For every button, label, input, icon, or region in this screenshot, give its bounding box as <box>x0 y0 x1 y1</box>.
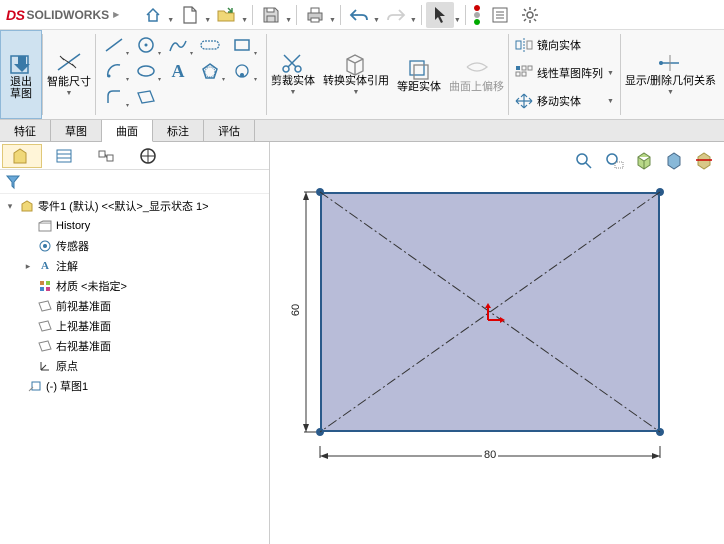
linear-pattern-label: 线性草图阵列 <box>537 65 603 81</box>
line-tool[interactable]: ▾ <box>98 32 130 58</box>
plane-tool[interactable] <box>130 84 162 110</box>
zoom-area-button[interactable] <box>600 148 628 172</box>
dimxpert-tab[interactable] <box>128 144 168 168</box>
feature-tree: ▾零件1 (默认) <<默认>_显示状态 1> History 传感器 ▸A注解… <box>0 194 269 544</box>
surface-offset-label: 曲面上偏移 <box>449 81 504 93</box>
exit-sketch-label: 退出草图 <box>5 76 37 100</box>
exit-sketch-button[interactable]: 退出草图 <box>0 30 42 119</box>
tree-right-plane[interactable]: 右视基准面 <box>0 336 269 356</box>
ellipse-tool[interactable]: ▾ <box>130 58 162 84</box>
move-entities-button[interactable]: 移动实体▼ <box>511 88 618 114</box>
trim-entities-button[interactable]: 剪裁实体▼ <box>267 30 319 119</box>
tree-root[interactable]: ▾零件1 (默认) <<默认>_显示状态 1> <box>0 196 269 216</box>
polygon-tool[interactable]: ▾ <box>194 58 226 84</box>
tree-sketch1[interactable]: (-) 草图1 <box>0 376 269 396</box>
tree-annotations[interactable]: ▸A注解 <box>0 256 269 276</box>
fillet-tool[interactable]: ▾ <box>98 84 130 110</box>
section-view-button[interactable] <box>690 148 718 172</box>
tab-features[interactable]: 特征 <box>0 120 51 141</box>
filter-row[interactable] <box>0 170 269 194</box>
material-label: 材质 <未指定> <box>56 278 127 294</box>
smart-dimension-button[interactable]: 智能尺寸 ▼ <box>43 30 95 119</box>
tab-annotate[interactable]: 标注 <box>153 120 204 141</box>
spline-tool[interactable]: ▾ <box>162 32 194 58</box>
options-list-button[interactable] <box>486 2 514 28</box>
circle-tool[interactable]: ▾ <box>130 32 162 58</box>
text-tool[interactable]: A <box>162 58 194 84</box>
mirror-label: 镜向实体 <box>537 37 581 53</box>
tab-evaluate[interactable]: 评估 <box>204 120 255 141</box>
front-plane-label: 前视基准面 <box>56 298 111 314</box>
panel-tabs <box>0 142 269 170</box>
redo-button[interactable] <box>382 2 410 28</box>
ribbon-toolbar: 退出草图 智能尺寸 ▼ ▾ ▾ ▾ ▾ ▾ ▾ A ▾ ▾ ▾ 剪裁实体▼ 转换… <box>0 30 724 120</box>
zoom-fit-button[interactable] <box>570 148 598 172</box>
sketch-geometry: 60 80 <box>320 192 690 472</box>
tree-material[interactable]: 材质 <未指定> <box>0 276 269 296</box>
tab-surface[interactable]: 曲面 <box>102 120 153 142</box>
feature-tree-panel: ▾零件1 (默认) <<默认>_显示状态 1> History 传感器 ▸A注解… <box>0 142 270 544</box>
slot-tool[interactable] <box>194 32 226 58</box>
trim-label: 剪裁实体 <box>271 75 315 87</box>
sensors-label: 传感器 <box>56 238 89 254</box>
save-button[interactable] <box>257 2 285 28</box>
surface-offset-button: 曲面上偏移 <box>445 30 508 119</box>
top-plane-label: 上视基准面 <box>56 318 111 334</box>
logo-dropdown-icon[interactable]: ▶ <box>113 10 119 19</box>
select-tool-button[interactable] <box>426 2 454 28</box>
new-button[interactable] <box>176 2 204 28</box>
feature-manager-tab[interactable] <box>2 144 42 168</box>
dimension-v-value[interactable]: 60 <box>290 302 302 318</box>
smart-dimension-label: 智能尺寸 <box>47 76 91 88</box>
tree-sensors[interactable]: 传感器 <box>0 236 269 256</box>
convert-entities-button[interactable]: 转换实体引用▼ <box>319 30 393 119</box>
tree-history[interactable]: History <box>0 216 269 236</box>
view-orientation-button[interactable] <box>630 148 658 172</box>
offset-label: 等距实体 <box>397 81 441 93</box>
property-manager-tab[interactable] <box>44 144 84 168</box>
open-button[interactable] <box>213 2 241 28</box>
app-logo-sw: SOLIDWORKS <box>26 8 109 22</box>
print-button[interactable] <box>301 2 329 28</box>
rectangle-tool[interactable]: ▾ <box>226 32 258 58</box>
mirror-entities-button[interactable]: 镜向实体 <box>511 32 618 58</box>
main-area: ▾零件1 (默认) <<默认>_显示状态 1> History 传感器 ▸A注解… <box>0 142 724 544</box>
dimension-h-value[interactable]: 80 <box>482 449 498 461</box>
view-toolbar <box>570 148 718 172</box>
display-style-button[interactable] <box>660 148 688 172</box>
tree-front-plane[interactable]: 前视基准面 <box>0 296 269 316</box>
transform-group: 镜向实体 线性草图阵列▼ 移动实体▼ <box>509 30 620 119</box>
settings-button[interactable] <box>516 2 544 28</box>
convert-label: 转换实体引用 <box>323 75 389 87</box>
annotations-label: 注解 <box>56 258 78 274</box>
move-label: 移动实体 <box>537 93 581 109</box>
tree-origin[interactable]: 原点 <box>0 356 269 376</box>
display-relations-label: 显示/删除几何关系 <box>625 75 716 87</box>
sketch-tools-group: ▾ ▾ ▾ ▾ ▾ ▾ A ▾ ▾ ▾ <box>96 30 266 119</box>
sketch1-label: (-) 草图1 <box>46 378 88 394</box>
app-logo-ds: DS <box>6 7 24 23</box>
history-label: History <box>56 220 90 232</box>
undo-button[interactable] <box>345 2 373 28</box>
right-plane-label: 右视基准面 <box>56 338 111 354</box>
arc-tool[interactable]: ▾ <box>98 58 130 84</box>
origin-icon <box>482 302 506 326</box>
command-tabs: 特征 草图 曲面 标注 评估 <box>0 120 724 142</box>
graphics-viewport[interactable]: ◈ 腾轩 60 <box>270 142 724 544</box>
origin-label: 原点 <box>56 358 78 374</box>
config-manager-tab[interactable] <box>86 144 126 168</box>
tab-sketch[interactable]: 草图 <box>51 120 102 141</box>
home-button[interactable] <box>139 2 167 28</box>
root-label: 零件1 (默认) <<默认>_显示状态 1> <box>38 198 209 214</box>
tree-top-plane[interactable]: 上视基准面 <box>0 316 269 336</box>
title-bar: DS SOLIDWORKS ▶ ▼ ▼ ▼ ▼ ▼ ▼ ▼ ▼ <box>0 0 724 30</box>
quick-access-toolbar: ▼ ▼ ▼ ▼ ▼ ▼ ▼ ▼ <box>139 2 544 28</box>
linear-pattern-button[interactable]: 线性草图阵列▼ <box>511 60 618 86</box>
point-tool[interactable]: ▾ <box>226 58 258 84</box>
offset-entities-button[interactable]: 等距实体 <box>393 30 445 119</box>
rebuild-status-icon <box>474 5 480 25</box>
display-relations-button[interactable]: 显示/删除几何关系▼ <box>621 30 720 119</box>
